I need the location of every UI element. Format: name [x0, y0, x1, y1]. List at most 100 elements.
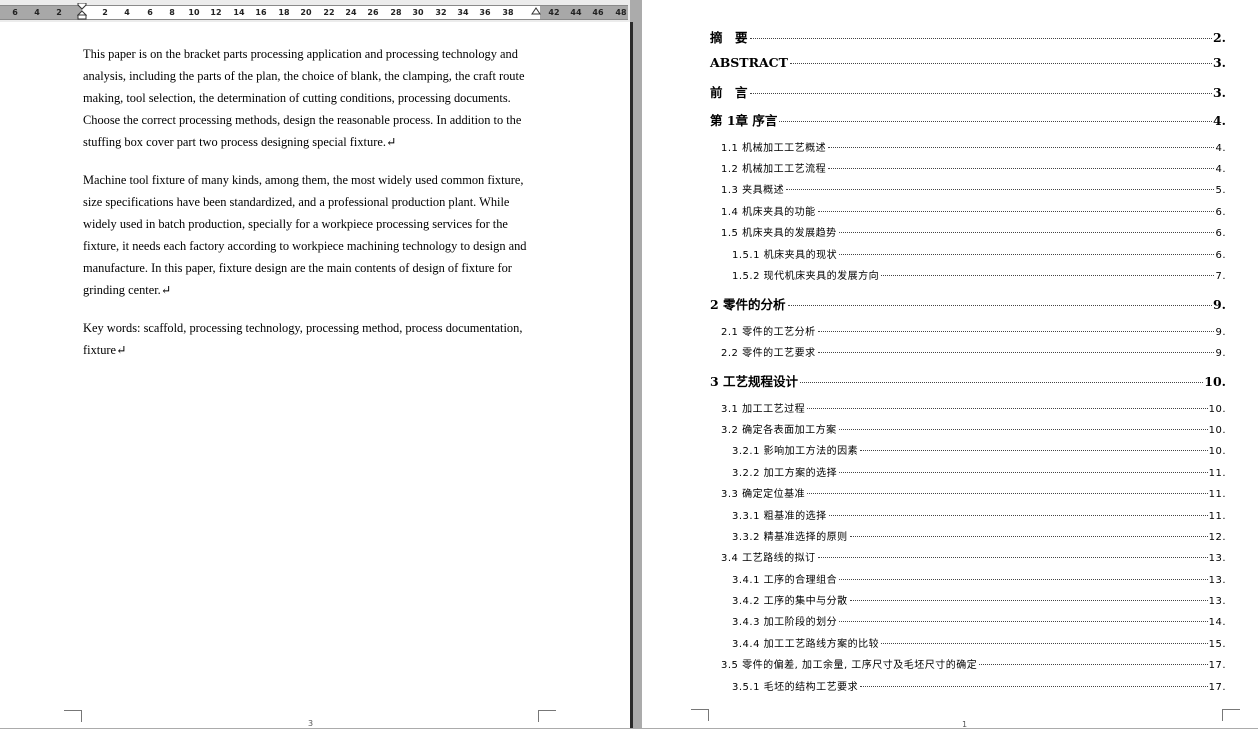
toc-entry[interactable]: 3.3 确定定位基准 11. [721, 485, 1226, 501]
document-page-right[interactable]: 摘 要 2. ABSTRACT 3. 前 言 3. 第 1章 序言 4. 1.1 机械加工工艺概… [642, 0, 1258, 729]
ruler-tick-label: 20 [300, 8, 312, 17]
toc-entry-page: 17. [1208, 682, 1226, 693]
toc-leader-dots [860, 686, 1208, 687]
toc-entry-title: 第 1章 序言 [710, 113, 778, 128]
toc-leader-dots [979, 664, 1208, 665]
document-page-left[interactable]: This paper is on the bracket parts proce… [0, 22, 630, 728]
toc-entry-page: 10. [1208, 425, 1226, 436]
toc-entry-page: 5. [1215, 185, 1226, 196]
toc-entry-title: 2 零件的分析 [710, 297, 786, 312]
toc-entry-title: ABSTRACT [710, 55, 788, 70]
toc-entry-page: 13. [1208, 553, 1226, 564]
toc-entry[interactable]: 1.1 机械加工工艺概述 4. [721, 139, 1226, 155]
toc-entry-page: 17. [1208, 660, 1226, 671]
toc-leader-dots [807, 408, 1208, 409]
toc-entry-title: 1.2 机械加工工艺流程 [721, 164, 827, 175]
toc-entry[interactable]: 1.3 夹具概述 5. [721, 181, 1226, 197]
toc-entry[interactable]: 1.4 机床夹具的功能 6. [721, 203, 1226, 219]
ruler-tick-label: 16 [255, 8, 267, 17]
toc-entry[interactable]: 3.3.1 粗基准的选择 11. [732, 507, 1226, 523]
toc-entry[interactable]: 3.2.1 影响加工方法的因素 10. [732, 442, 1226, 458]
toc-entry[interactable]: 3.1 加工工艺过程 10. [721, 400, 1226, 416]
toc-entry-title: 3.4.3 加工阶段的划分 [732, 617, 838, 628]
toc-entry[interactable]: 3 工艺规程设计 10. [710, 371, 1226, 389]
toc-entry-title: 2.1 零件的工艺分析 [721, 327, 816, 338]
toc-entry[interactable]: 第 1章 序言 4. [710, 110, 1226, 128]
toc-entry[interactable]: 1.5 机床夹具的发展趋势 6. [721, 224, 1226, 240]
ruler-tick-label: 22 [323, 8, 335, 17]
toc-leader-dots [817, 557, 1208, 558]
toc-entry-title: 3.3.2 精基准选择的原则 [732, 532, 848, 543]
crop-mark-icon [538, 710, 556, 722]
toc-entry-page: 7. [1215, 271, 1226, 282]
toc-entry-page: 3. [1212, 55, 1226, 70]
toc-entry-page: 2. [1212, 30, 1226, 45]
toc-entry-page: 15. [1208, 639, 1226, 650]
page-number: 3 [308, 719, 314, 728]
toc-entry[interactable]: 1.2 机械加工工艺流程 4. [721, 160, 1226, 176]
toc-leader-dots [807, 493, 1208, 494]
toc-entry[interactable]: 3.4.4 加工工艺路线方案的比较 15. [732, 635, 1226, 651]
ruler-tick-label: 10 [188, 8, 200, 17]
ruler-tick-label: 34 [457, 8, 469, 17]
toc-entry-page: 10. [1208, 446, 1226, 457]
toc-entry-title: 1.3 夹具概述 [721, 185, 785, 196]
ruler-tick-label: 6 [147, 8, 153, 17]
toc-entry-page: 9. [1215, 327, 1226, 338]
crop-mark-icon [64, 710, 82, 722]
toc-leader-dots [817, 352, 1215, 353]
toc-entry[interactable]: 前 言 3. [710, 82, 1226, 100]
toc-entry[interactable]: 3.3.2 精基准选择的原则 12. [732, 528, 1226, 544]
toc-entry[interactable]: 2 零件的分析 9. [710, 294, 1226, 312]
page-divider [630, 22, 642, 728]
toc-entry-title: 前 言 [710, 85, 748, 100]
toc-entry-title: 3.1 加工工艺过程 [721, 404, 806, 415]
toc-leader-dots [749, 38, 1212, 39]
toc-entry-title: 3.4.2 工序的集中与分散 [732, 596, 848, 607]
abstract-paragraph-2: Machine tool fixture of many kinds, amon… [83, 169, 545, 301]
toc-entry-page: 10. [1204, 374, 1226, 389]
toc-entry-page: 6. [1215, 207, 1226, 218]
ruler-tick-label: 28 [390, 8, 402, 17]
toc-entry[interactable]: 1.5.1 机床夹具的现状 6. [732, 246, 1226, 262]
toc-entry[interactable]: ABSTRACT 3. [710, 55, 1226, 71]
toc-entry[interactable]: 3.4.3 加工阶段的划分 14. [732, 613, 1226, 629]
toc-entry-title: 摘 要 [710, 30, 748, 45]
toc-entry-title: 1.5.2 现代机床夹具的发展方向 [732, 271, 880, 282]
toc-entry-page: 4. [1215, 143, 1226, 154]
toc-entry-title: 3.4.1 工序的合理组合 [732, 575, 838, 586]
ruler-tick-label: 46 [592, 8, 604, 17]
toc-entry[interactable]: 3.5 零件的偏差, 加工余量, 工序尺寸及毛坯尺寸的确定 17. [721, 656, 1226, 672]
toc-entry-page: 6. [1215, 228, 1226, 239]
ruler-tick-label: 38 [502, 8, 514, 17]
toc-entry-page: 13. [1208, 575, 1226, 586]
toc-entry[interactable]: 3.4.2 工序的集中与分散 13. [732, 592, 1226, 608]
toc-leader-dots [860, 450, 1208, 451]
toc-entry-title: 1.5 机床夹具的发展趋势 [721, 228, 837, 239]
ruler-tick-label: 32 [435, 8, 447, 17]
toc-entry[interactable]: 3.4.1 工序的合理组合 13. [732, 571, 1226, 587]
toc-entry[interactable]: 3.4 工艺路线的拟订 13. [721, 549, 1226, 565]
toc-entry[interactable]: 1.5.2 现代机床夹具的发展方向 7. [732, 267, 1226, 283]
toc-entry-title: 3.3 确定定位基准 [721, 489, 806, 500]
indent-marker-icon[interactable] [77, 3, 87, 20]
toc-entry-page: 10. [1208, 404, 1226, 415]
ruler-tick-label: 44 [570, 8, 582, 17]
ruler-tick-label: 8 [169, 8, 175, 17]
toc-entry-page: 3. [1212, 85, 1226, 100]
toc-entry[interactable]: 3.2 确定各表面加工方案 10. [721, 421, 1226, 437]
toc-leader-dots [881, 643, 1208, 644]
toc-entry-title: 3.3.1 粗基准的选择 [732, 511, 827, 522]
toc-entry[interactable]: 3.2.2 加工方案的选择 11. [732, 464, 1226, 480]
toc-leader-dots [838, 429, 1208, 430]
toc-entry-page: 9. [1215, 348, 1226, 359]
ruler-tick-label: 2 [56, 8, 62, 17]
right-indent-marker-icon[interactable] [531, 3, 541, 19]
ruler-tick-label: 26 [367, 8, 379, 17]
toc-entry[interactable]: 3.5.1 毛坯的结构工艺要求 17. [732, 678, 1226, 694]
horizontal-ruler[interactable]: 6 4 2 2 4 6 8 10 12 14 16 18 20 22 24 26 28 30 32 34 36 38 42 4… [0, 0, 630, 23]
toc-entry[interactable]: 2.2 零件的工艺要求 9. [721, 344, 1226, 360]
toc-leader-dots [779, 121, 1212, 122]
toc-entry[interactable]: 2.1 零件的工艺分析 9. [721, 323, 1226, 339]
toc-entry[interactable]: 摘 要 2. [710, 27, 1226, 45]
